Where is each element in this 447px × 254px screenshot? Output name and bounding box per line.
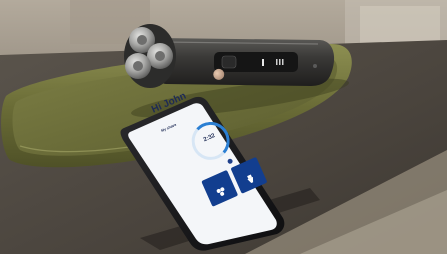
app-greeting: Hi John <box>150 90 188 116</box>
cleaning-icon <box>247 174 254 184</box>
tile-label <box>234 161 254 170</box>
info-icon[interactable] <box>226 157 234 165</box>
tile-label <box>205 174 225 183</box>
section-title: My shave <box>160 122 177 133</box>
shaver-head <box>124 24 176 88</box>
app-tile-right[interactable] <box>230 156 268 194</box>
app-tile-left[interactable] <box>201 169 239 207</box>
shaver-head-icon <box>216 187 225 196</box>
avatar[interactable] <box>211 67 227 82</box>
photo-scene: Hi John My shave 2:32 <box>0 0 447 254</box>
